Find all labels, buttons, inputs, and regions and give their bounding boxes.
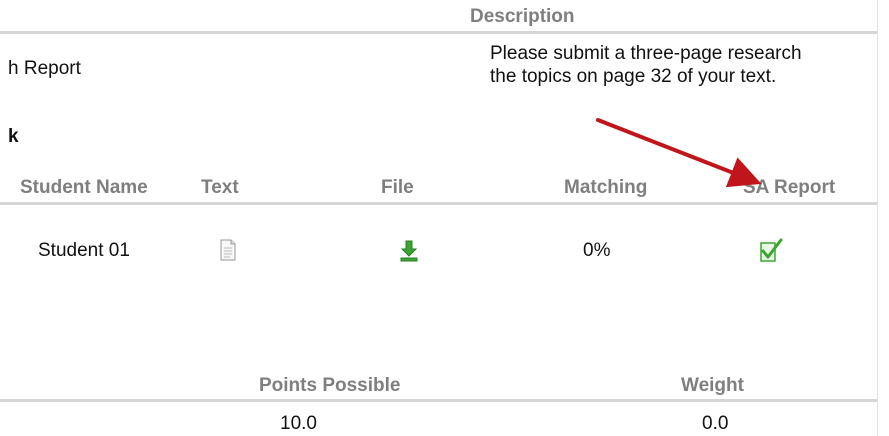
vertical-scrollbar[interactable] (877, 0, 889, 436)
annotation-arrow (596, 118, 762, 188)
